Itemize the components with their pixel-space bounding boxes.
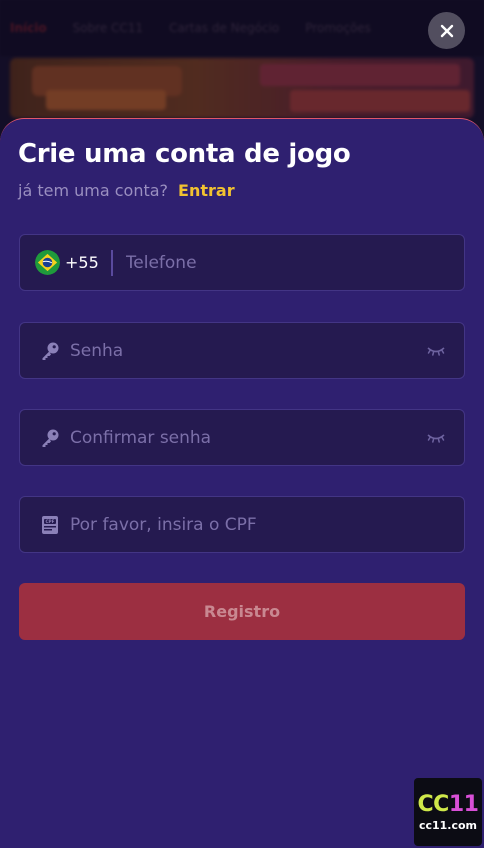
cpf-field: CPF (19, 496, 465, 553)
divider (110, 249, 113, 276)
modal-title: Crie uma conta de jogo (18, 139, 351, 169)
register-button[interactable]: Registro (19, 583, 465, 640)
login-prompt-text: já tem uma conta? (18, 181, 169, 200)
eye-closed-icon[interactable] (426, 344, 446, 358)
login-prompt: já tem uma conta? Entrar (18, 181, 235, 200)
brazil-flag-icon[interactable] (35, 250, 60, 275)
cpf-input[interactable] (70, 497, 464, 552)
key-icon (42, 429, 59, 447)
svg-text:CPF: CPF (45, 519, 54, 524)
confirm-password-field (19, 409, 465, 466)
close-icon (440, 24, 453, 37)
phone-input[interactable] (125, 235, 464, 290)
password-input[interactable] (70, 323, 426, 378)
key-icon (42, 342, 59, 360)
password-field (19, 322, 465, 379)
country-code-selector[interactable]: +55 (65, 253, 99, 272)
eye-closed-icon[interactable] (426, 431, 446, 445)
phone-field: +55 (19, 234, 465, 291)
cc11-logo: CC11 cc11.com (414, 778, 482, 846)
register-modal: Crie uma conta de jogo já tem uma conta?… (0, 118, 484, 848)
confirm-password-input[interactable] (70, 410, 426, 465)
close-button[interactable] (428, 12, 465, 49)
login-link[interactable]: Entrar (178, 181, 235, 200)
cpf-card-icon: CPF (42, 515, 58, 534)
logo-domain: cc11.com (418, 818, 478, 832)
